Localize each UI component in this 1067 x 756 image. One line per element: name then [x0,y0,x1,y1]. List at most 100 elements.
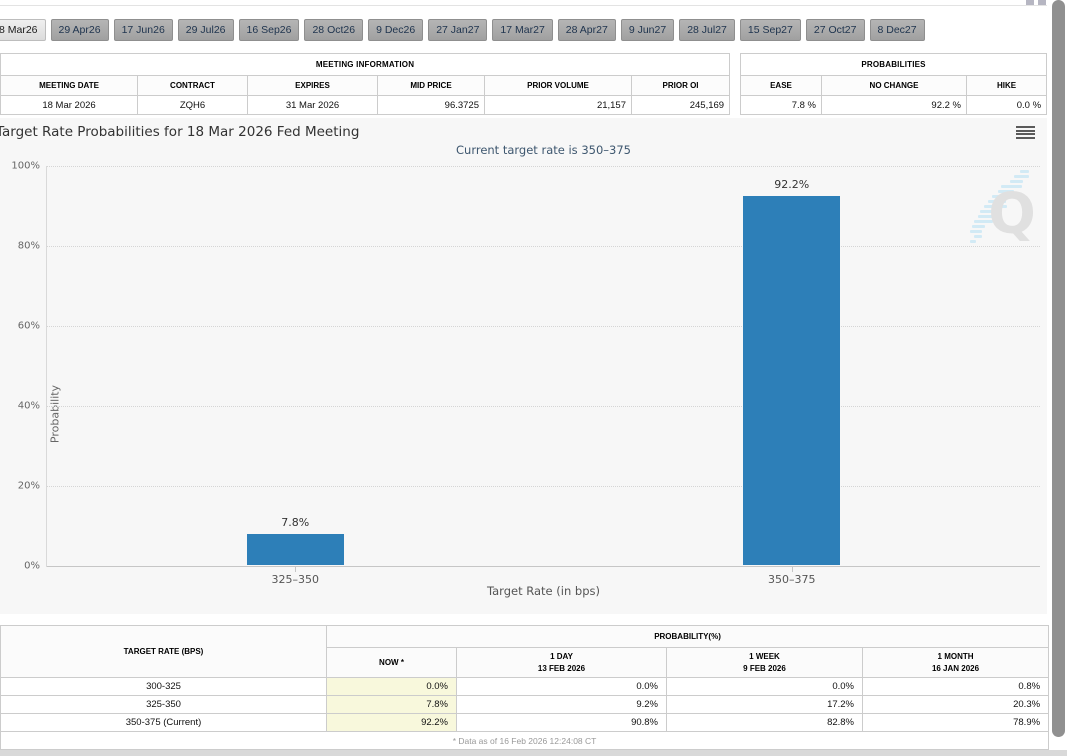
probability-group-header: PROBABILITY(%) [325,625,1050,648]
col-1-week: 1 WEEK 9 FEB 2026 [666,647,863,678]
y-axis-title: Probability [48,384,62,444]
target-rate-chart: Target Rate Probabilities for 18 Mar 202… [0,118,1047,614]
col-1-month: 1 MONTH 16 JAN 2026 [861,647,1050,678]
rate-range-cell: 350-375 (Current) [0,713,327,732]
tab-8-dec27[interactable]: 8 Dec27 [869,19,925,41]
y-tick-label-20%: 20% [17,480,40,492]
clipped-icon [1038,0,1046,5]
probability-cell: 9.2% [456,695,667,714]
vertical-scrollbar-thumb[interactable] [1052,0,1065,737]
bottom-edge-strip [0,750,1067,756]
gridline-80% [47,246,1040,247]
tab-27-jan27[interactable]: 27 Jan27 [428,19,488,41]
tab-28-apr27[interactable]: 28 Apr27 [557,19,616,41]
x-axis-tick [791,567,793,572]
probability-cell: 92.2% [326,713,457,732]
tab-9-dec26[interactable]: 9 Dec26 [368,19,424,41]
col-1month-label: 1 MONTH [937,651,974,661]
x-axis-title: Target Rate (in bps) [487,584,600,598]
table-row: 350-375 (Current) 92.2% 90.8% 82.8% 78.9% [0,713,1050,732]
probability-cell: 78.9% [861,713,1050,732]
gridline-60% [47,326,1040,327]
probability-cell: 17.2% [666,695,863,714]
col-1week-date: 9 FEB 2026 [743,663,786,673]
clipped-icon [1026,0,1034,5]
history-tbody: 300-325 0.0% 0.0% 0.0% 0.8% 325-350 7.8% 9.2% 17… [0,677,1050,732]
bar-value-label: 7.8% [281,516,310,529]
col-1month-date: 16 JAN 2026 [931,663,980,673]
target-rate-header: TARGET RATE (BPS) [0,625,327,678]
chart-title: Target Rate Probabilities for 18 Mar 202… [0,124,360,140]
y-tick-label-40%: 40% [17,400,40,412]
col-hike: HIKE [965,75,1048,96]
tab-29-apr26[interactable]: 29 Apr26 [50,19,109,41]
bar-325–350[interactable] [246,534,344,565]
no-change-value: 92.2 % [821,95,967,115]
probability-cell: 0.8% [861,677,1050,696]
meeting-info-title: MEETING INFORMATION [0,53,731,76]
probability-cell: 90.8% [456,713,667,732]
chart-context-menu-icon[interactable] [1016,126,1035,141]
probabilities-table: PROBABILITIES EASE NO CHANGE HIKE 7.8 % … [739,53,1048,115]
col-contract: CONTRACT [137,75,248,96]
col-expires: EXPIRES [247,75,378,96]
gridline-20% [47,486,1040,487]
col-now-label: NOW * [379,657,404,667]
tab-bar: 8 Mar26 29 Apr26 17 Jun26 29 Jul26 16 Sep26 2… [0,19,925,41]
expires-value: 31 Mar 2026 [247,95,378,115]
y-tick-label-100%: 100% [11,160,40,172]
tab-17-mar27[interactable]: 17 Mar27 [492,19,553,41]
data-as-of-footnote: * Data as of 16 Feb 2026 12:24:08 CT [0,731,1050,750]
tab-8-mar26[interactable]: 8 Mar26 [0,19,46,41]
bar-value-label: 92.2% [774,178,810,191]
probability-cell: 0.0% [326,677,457,696]
tab-27-oct27[interactable]: 27 Oct27 [805,19,865,41]
probability-cell: 7.8% [326,695,457,714]
probability-cell: 20.3% [861,695,1050,714]
col-1day-label: 1 DAY [550,651,573,661]
fedwatch-page: 8 Mar26 29 Apr26 17 Jun26 29 Jul26 16 Sep26 2… [0,0,1067,756]
tab-28-oct26[interactable]: 28 Oct26 [304,19,364,41]
probability-cell: 0.0% [666,677,863,696]
col-1-day: 1 DAY 13 FEB 2026 [456,647,667,678]
clipped-toolbar-icons [1026,0,1046,5]
col-prior-oi: PRIOR OI [630,75,731,96]
tab-9-jun27[interactable]: 9 Jun27 [620,19,675,41]
tab-16-sep26[interactable]: 16 Sep26 [238,19,300,41]
tab-17-jun26[interactable]: 17 Jun26 [113,19,173,41]
table-row: 325-350 7.8% 9.2% 17.2% 20.3% [0,695,1050,714]
x-axis-tick [295,567,297,572]
tab-29-jul26[interactable]: 29 Jul26 [177,19,234,41]
gridline-100% [47,166,1040,167]
prior-oi-value: 245,169 [630,95,731,115]
gridline-40% [47,406,1040,407]
tab-15-sep27[interactable]: 15 Sep27 [739,19,801,41]
col-1day-date: 13 FEB 2026 [537,663,586,673]
mid-price-value: 96.3725 [377,95,485,115]
plot-area: Probability 0% 20% 40% 60% 80% 100% 7.8% 325–35… [11,161,1040,586]
table-row: 300-325 0.0% 0.0% 0.0% 0.8% [0,677,1050,696]
col-now: NOW * [326,647,457,678]
col-prior-volume: PRIOR VOLUME [484,75,632,96]
y-tick-label-0%: 0% [24,560,40,572]
col-ease: EASE [740,75,822,96]
probabilities-title: PROBABILITIES [739,53,1048,76]
meeting-date-value: 18 Mar 2026 [0,95,138,115]
chart-subtitle: Current target rate is 350–375 [456,143,631,157]
col-1week-label: 1 WEEK [749,651,780,661]
bar-350–375[interactable] [743,196,841,565]
prior-volume-value: 21,157 [484,95,632,115]
col-mid-price: MID PRICE [377,75,485,96]
col-meeting-date: MEETING DATE [0,75,138,96]
history-table: TARGET RATE (BPS) PROBABILITY(%) NOW * 1… [0,625,1050,750]
ease-value: 7.8 % [740,95,822,115]
tab-28-jul27[interactable]: 28 Jul27 [679,19,735,41]
top-divider [0,5,1047,6]
rate-range-cell: 300-325 [0,677,327,696]
rate-range-cell: 325-350 [0,695,327,714]
y-tick-label-80%: 80% [17,240,40,252]
probability-cell: 0.0% [456,677,667,696]
col-no-change: NO CHANGE [821,75,967,96]
probability-cell: 82.8% [666,713,863,732]
y-axis-line [46,166,47,567]
